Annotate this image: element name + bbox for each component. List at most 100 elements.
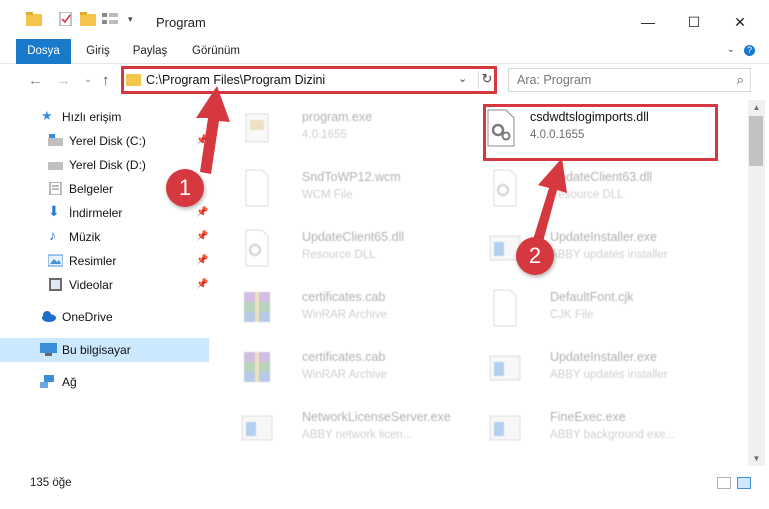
file-item[interactable]: UpdateClient63.dll Resource DLL (474, 162, 714, 214)
tab-share[interactable]: Paylaş (125, 39, 175, 63)
dll-icon (484, 108, 518, 148)
sidebar-item-network[interactable]: Ağ (0, 370, 209, 394)
file-detail: WinRAR Archive (302, 309, 387, 321)
scroll-thumb[interactable] (749, 116, 763, 166)
view-options-icon[interactable] (102, 12, 118, 26)
back-button[interactable]: ← (28, 72, 43, 89)
file-detail: WinRAR Archive (302, 369, 387, 381)
tiles-view-icon[interactable] (737, 477, 751, 489)
search-input[interactable]: Ara: Program (517, 73, 591, 87)
file-item[interactable]: FineExec.exe ABBY background exe... (474, 402, 714, 454)
sidebar-item-label: Videolar (69, 278, 113, 292)
sidebar-item-label: Resimler (69, 254, 117, 268)
archive-icon (240, 348, 274, 388)
sidebar-item-music[interactable]: ♪ Müzik 📌 (0, 225, 209, 249)
file-detail: ABBY background exe... (550, 429, 676, 441)
pin-icon[interactable]: 📌 (196, 231, 208, 242)
sidebar-item-onedrive[interactable]: OneDrive (0, 305, 209, 329)
video-icon (48, 278, 63, 291)
address-path[interactable]: C:\Program Files\Program Dizini (146, 73, 325, 87)
navigation-pane: ★ Hızlı erişim Yerel Disk (C:) 📌 Yerel D… (0, 100, 211, 466)
document-icon (48, 181, 63, 196)
vertical-scrollbar[interactable]: ▲ ▼ (748, 100, 765, 466)
file-item[interactable]: UpdateInstaller.exe ABBY updates install… (474, 222, 714, 274)
up-button[interactable]: ↑ (102, 72, 110, 89)
file-detail: 4.0.0.1655 (530, 129, 585, 141)
file-name: program.exe (302, 110, 373, 124)
tab-home[interactable]: Giriş (78, 39, 118, 63)
expand-ribbon-icon[interactable]: ⌄ (727, 44, 735, 55)
address-bar[interactable]: C:\Program Files\Program Dizini ⌄ ↻ (121, 68, 495, 92)
pin-icon[interactable]: 📌 (196, 207, 208, 218)
sidebar-item-label: OneDrive (62, 310, 113, 324)
window-bottom-edge (0, 493, 769, 509)
file-name: UpdateClient65.dll (302, 230, 405, 244)
file-item[interactable]: program.exe 4.0.1655 (226, 102, 466, 154)
drive-icon (48, 134, 63, 147)
sidebar-item-videos[interactable]: Videolar 📌 (0, 273, 209, 297)
sidebar-item-pictures[interactable]: Resimler 📌 (0, 249, 209, 273)
tab-view[interactable]: Görünüm (185, 39, 247, 63)
file-item[interactable]: UpdateInstaller.exe ABBY updates install… (474, 342, 714, 394)
item-count: 135 öğe (30, 477, 72, 489)
dll-icon (488, 168, 522, 208)
download-icon: ⬇ (48, 203, 60, 219)
sidebar-item-label: Yerel Disk (C:) (69, 134, 146, 148)
sidebar-item-label: Belgeler (69, 182, 114, 196)
file-item[interactable]: SndToWP12.wcm WCM File (226, 162, 466, 214)
sidebar-item-quick-access[interactable]: ★ Hızlı erişim (0, 105, 209, 129)
star-icon: ★ (41, 108, 53, 123)
exe-icon (488, 408, 522, 448)
search-box[interactable]: Ara: Program ⌕ (508, 68, 751, 92)
maximize-button[interactable]: ☐ (671, 8, 717, 36)
file-item[interactable]: certificates.cab WinRAR Archive (226, 342, 466, 394)
file-name: certificates.cab (302, 290, 386, 304)
file-name: certificates.cab (302, 350, 386, 364)
sidebar-item-local-disk-c[interactable]: Yerel Disk (C:) 📌 (0, 129, 209, 153)
file-list: program.exe 4.0.1655 csdwdtslogimports.d… (218, 100, 746, 466)
pin-icon[interactable]: 📌 (196, 255, 208, 266)
file-detail: CJK File (550, 309, 594, 321)
file-detail: Resource DLL (550, 189, 624, 201)
sidebar-item-label: İndirmeler (69, 206, 123, 220)
sidebar-item-this-pc[interactable]: Bu bilgisayar (0, 338, 209, 362)
help-icon[interactable]: ? (744, 45, 755, 56)
file-name: UpdateInstaller.exe (550, 350, 658, 364)
file-name: NetworkLicenseServer.exe (302, 410, 451, 424)
file-item[interactable]: DefaultFont.cjk CJK File (474, 282, 714, 334)
close-button[interactable]: ✕ (717, 8, 763, 36)
drive-icon (48, 158, 63, 171)
file-item[interactable]: certificates.cab WinRAR Archive (226, 282, 466, 334)
exe-icon (488, 348, 522, 388)
file-name: FineExec.exe (550, 410, 626, 424)
chevron-down-icon[interactable]: ⌄ (458, 72, 467, 85)
properties-icon[interactable] (58, 11, 74, 27)
recent-locations-button[interactable]: ⌄ (84, 74, 92, 85)
pin-icon[interactable]: 📌 (196, 279, 208, 290)
sidebar-item-label: Müzik (69, 230, 101, 244)
details-view-icon[interactable] (717, 477, 731, 489)
pin-icon[interactable]: 📌 (196, 135, 208, 146)
forward-button[interactable]: → (56, 72, 71, 89)
file-item[interactable]: NetworkLicenseServer.exe ABBY network li… (226, 402, 466, 454)
title-bar: ▾ Program — ☐ ✕ (0, 0, 769, 39)
minimize-button[interactable]: — (625, 8, 671, 36)
refresh-button[interactable]: ↻ (478, 71, 495, 89)
status-bar: 135 öğe (0, 472, 769, 493)
file-detail: 4.0.1655 (302, 129, 347, 141)
new-folder-icon[interactable] (80, 12, 96, 26)
file-name: SndToWP12.wcm (302, 170, 401, 184)
file-item-target-dll[interactable]: csdwdtslogimports.dll 4.0.0.1655 (480, 102, 720, 154)
ribbon: Dosya Giriş Paylaş Görünüm ⌄ ? (0, 39, 769, 91)
exe-icon (240, 408, 274, 448)
computer-icon (40, 343, 57, 356)
pictures-icon (47, 254, 64, 267)
sidebar-item-label: Ağ (62, 375, 77, 389)
scroll-up-icon[interactable]: ▲ (748, 103, 765, 112)
file-item[interactable]: UpdateClient65.dll Resource DLL (226, 222, 466, 274)
window-title: Program (156, 15, 206, 30)
customize-toolbar-icon[interactable]: ▾ (128, 14, 144, 28)
archive-icon (240, 288, 274, 328)
scroll-down-icon[interactable]: ▼ (748, 454, 765, 463)
folder-icon (126, 74, 141, 86)
